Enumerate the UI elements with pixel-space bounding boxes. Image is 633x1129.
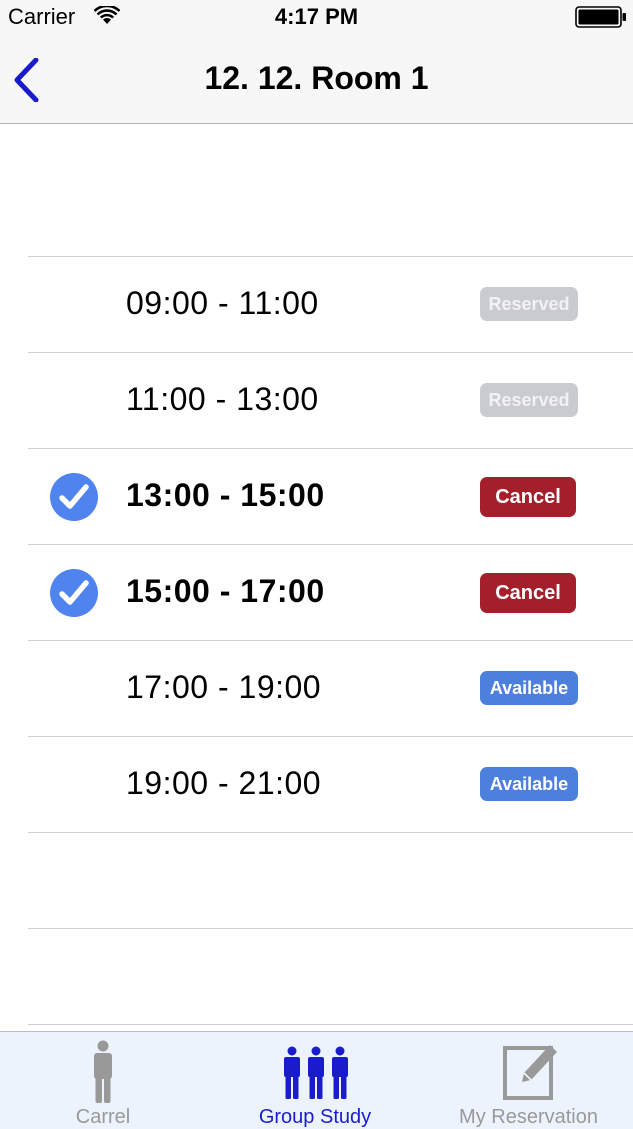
slot-time: 17:00 - 19:00 <box>126 669 322 705</box>
checkmark-icon <box>50 473 98 521</box>
page-title: 12. 12. Room 1 <box>204 60 429 96</box>
checkmark-icon <box>50 569 98 617</box>
time-slot-row: 09:00 - 11:00 Reserved <box>28 256 633 352</box>
tab-carrel[interactable]: Carrel <box>0 1032 206 1129</box>
available-button[interactable]: Available <box>480 767 578 801</box>
slot-time: 11:00 - 13:00 <box>126 381 319 417</box>
tab-group-study[interactable]: Group Study <box>214 1032 416 1129</box>
tab-label: Carrel <box>75 1106 131 1128</box>
tab-bar: Carrel Group Study My Reservation <box>0 1031 633 1129</box>
cancel-button[interactable]: Cancel <box>480 477 576 517</box>
reserved-button[interactable]: Reserved <box>480 383 578 417</box>
group-icon <box>284 1046 348 1099</box>
status-bar: Carrier 4:17 PM <box>0 0 633 36</box>
cancel-button[interactable]: Cancel <box>480 573 576 613</box>
row-divider <box>28 1024 633 1025</box>
navigation-bar: 12. 12. Room 1 <box>0 36 633 124</box>
empty-row <box>28 928 633 1024</box>
available-button[interactable]: Available <box>480 671 578 705</box>
time-slot-row: 13:00 - 15:00 Cancel <box>28 448 633 544</box>
time-slot-row: 19:00 - 21:00 Available <box>28 736 633 832</box>
person-icon <box>94 1040 112 1103</box>
reserved-button[interactable]: Reserved <box>480 287 578 321</box>
slot-time: 13:00 - 15:00 <box>126 477 325 513</box>
tab-my-reservation[interactable]: My Reservation <box>424 1032 633 1129</box>
slot-time: 19:00 - 21:00 <box>126 765 322 801</box>
status-time: 4:17 PM <box>274 4 359 29</box>
edit-icon <box>503 1045 557 1100</box>
tab-label: My Reservation <box>459 1106 598 1128</box>
screen: Carrier 4:17 PM 12. 12. Room 1 09:00 - 1… <box>0 0 633 1129</box>
time-slot-list: 09:00 - 11:00 Reserved 11:00 - 13:00 Res… <box>0 256 633 1025</box>
empty-row <box>28 832 633 928</box>
tab-label: Group Study <box>258 1106 372 1128</box>
slot-time: 09:00 - 11:00 <box>126 285 319 321</box>
time-slot-row: 17:00 - 19:00 Available <box>28 640 633 736</box>
time-slot-row: 15:00 - 17:00 Cancel <box>28 544 633 640</box>
battery-icon <box>575 6 626 28</box>
slot-time: 15:00 - 17:00 <box>126 573 325 609</box>
time-slot-row: 11:00 - 13:00 Reserved <box>28 352 633 448</box>
